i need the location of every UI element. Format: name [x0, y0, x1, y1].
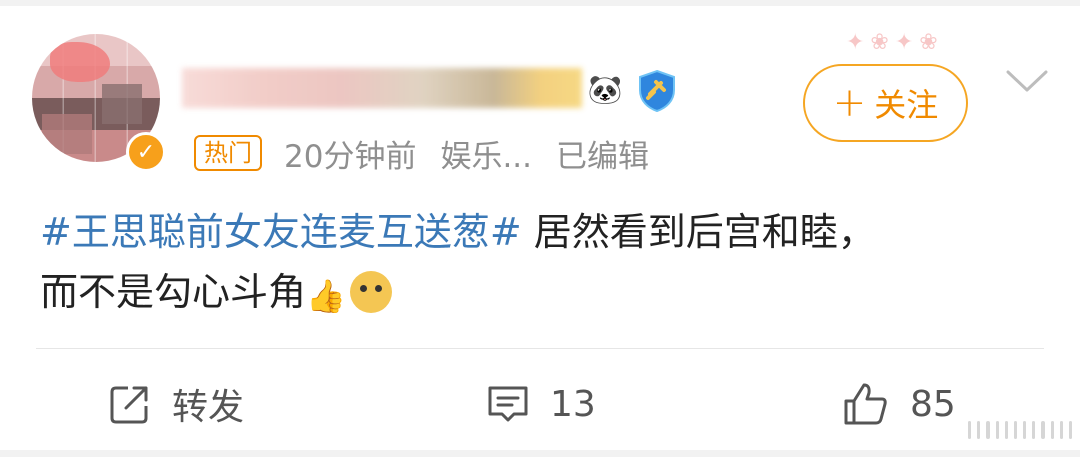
- avatar-blur-block: [42, 114, 92, 154]
- panda-badge-icon[interactable]: 🐼: [584, 72, 626, 108]
- avatar-blur-block: [50, 42, 110, 82]
- verified-badge-icon: ✓: [126, 132, 166, 172]
- post-time: 20分钟前: [284, 138, 417, 175]
- thumbs-up-emoji-icon: 👍: [306, 277, 346, 315]
- username-blurred[interactable]: [182, 68, 582, 108]
- repost-button[interactable]: 转发: [108, 376, 244, 432]
- post-content: #王思聪前女友连麦互送葱# 居然看到后宫和睦， 而不是勾心斗角👍: [40, 202, 1040, 326]
- like-button[interactable]: 85: [842, 376, 956, 432]
- plus-icon: +: [832, 80, 867, 126]
- avatar-blur-block: [102, 84, 142, 124]
- repost-icon: [110, 386, 148, 424]
- comment-count: 13: [550, 383, 596, 425]
- thumbs-up-icon: [844, 383, 887, 425]
- hashtag-link[interactable]: #王思聪前女友连麦互送葱#: [40, 210, 522, 254]
- post-category[interactable]: 娱乐...: [440, 131, 532, 176]
- follow-button-label: 关注: [874, 86, 939, 124]
- post-meta: 热门 20分钟前 娱乐... 已编辑: [194, 131, 649, 176]
- weibo-post-card: ✓ 🐼 ✦❀✦❀ + 关注 热门 20分钟前 娱乐... 已编辑 #王思聪前女友…: [0, 6, 1080, 450]
- comment-button[interactable]: 13: [486, 376, 596, 432]
- repost-label: 转发: [172, 387, 245, 428]
- post-text-line1: 居然看到后宫和睦，: [521, 210, 876, 254]
- divider: [36, 348, 1044, 349]
- post-text-line2: 而不是勾心斗角: [40, 270, 307, 314]
- hot-tag-badge: 热门: [194, 135, 262, 171]
- scroll-indicator: [968, 421, 1073, 439]
- doge-emoji-icon: [349, 271, 392, 313]
- shield-badge-icon[interactable]: [634, 68, 680, 114]
- follow-button[interactable]: + 关注: [803, 64, 968, 142]
- comment-icon: [488, 386, 528, 422]
- like-count: 85: [910, 383, 956, 425]
- post-edited-label[interactable]: 已编辑: [556, 131, 649, 176]
- chevron-down-icon[interactable]: [1004, 62, 1050, 100]
